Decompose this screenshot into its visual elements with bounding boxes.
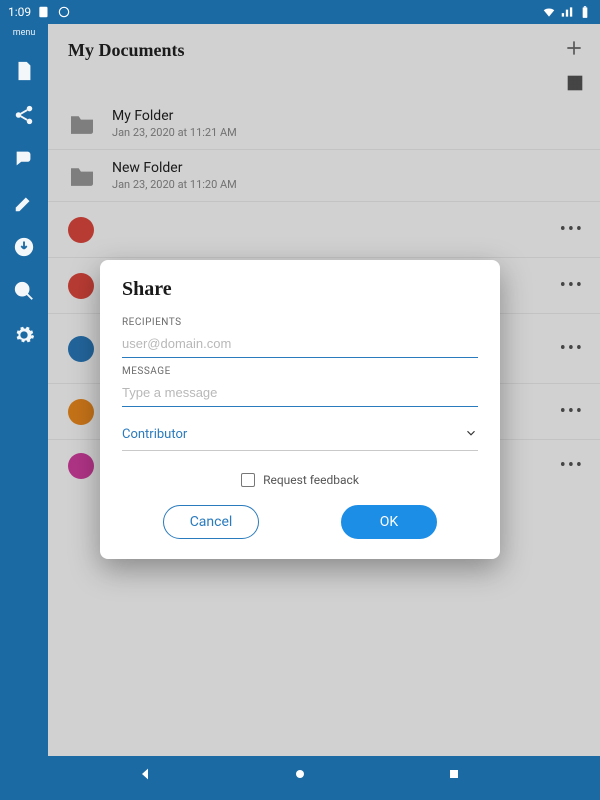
share-icon[interactable] — [13, 104, 35, 126]
role-value: Contributor — [122, 427, 187, 442]
request-feedback-label: Request feedback — [263, 473, 359, 487]
message-input[interactable] — [122, 381, 478, 407]
dialog-title: Share — [122, 278, 478, 301]
share-dialog: Share RECIPIENTS MESSAGE Contributor Req… — [100, 260, 500, 559]
battery-icon — [578, 5, 592, 19]
message-label: MESSAGE — [122, 366, 478, 377]
android-status-bar: 1:09 — [0, 0, 600, 24]
ok-button[interactable]: OK — [341, 505, 437, 539]
settings-icon[interactable] — [13, 324, 35, 346]
recents-button[interactable] — [446, 766, 462, 786]
recipients-input[interactable] — [122, 332, 478, 358]
search-icon[interactable] — [13, 280, 35, 302]
status-clock: 1:09 — [8, 5, 31, 19]
chat-icon[interactable] — [13, 148, 35, 170]
download-icon[interactable] — [13, 236, 35, 258]
android-nav-bar — [0, 756, 600, 796]
recipients-label: RECIPIENTS — [122, 317, 478, 328]
status-app-icon-1 — [37, 5, 51, 19]
cancel-button[interactable]: Cancel — [163, 505, 259, 539]
role-dropdown[interactable]: Contributor — [122, 417, 478, 451]
menu-button[interactable]: menu — [13, 28, 36, 38]
home-button[interactable] — [292, 766, 308, 786]
chevron-down-icon — [464, 425, 478, 444]
signal-icon — [560, 5, 574, 19]
sidebar: menu — [0, 24, 48, 756]
status-app-icon-2 — [57, 5, 71, 19]
edit-icon[interactable] — [13, 192, 35, 214]
back-button[interactable] — [138, 766, 154, 786]
request-feedback-checkbox[interactable] — [241, 473, 255, 487]
wifi-icon — [542, 5, 556, 19]
document-icon[interactable] — [13, 60, 35, 82]
